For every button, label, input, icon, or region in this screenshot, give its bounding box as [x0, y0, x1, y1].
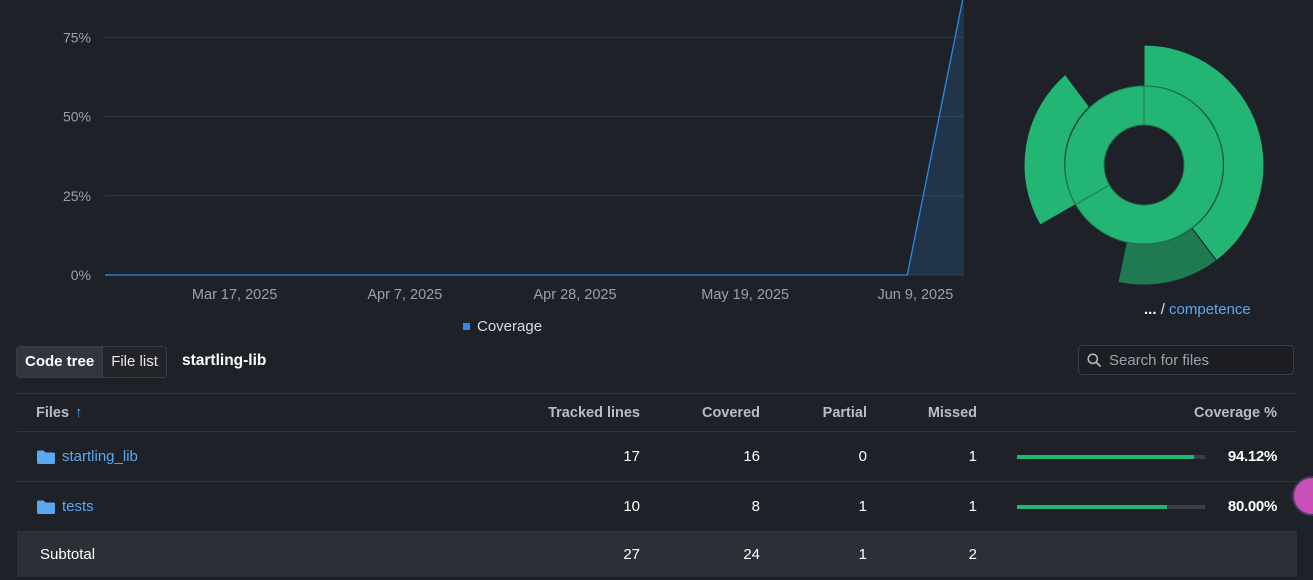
y-tick-label: 50%	[63, 109, 91, 125]
header-missed[interactable]: Missed	[928, 394, 977, 431]
coverage-table: Files ↑ Tracked lines Covered Partial Mi…	[17, 393, 1297, 577]
repo-name: startling-lib	[182, 352, 267, 369]
coverage-bar-fill	[1017, 455, 1194, 459]
partial-value: 0	[858, 448, 867, 465]
coverage-value: 94.12%	[1227, 448, 1277, 465]
x-tick-label: Mar 17, 2025	[192, 287, 277, 303]
header-files[interactable]: Files ↑	[36, 394, 83, 431]
chart-legend[interactable]: Coverage	[463, 318, 542, 335]
breadcrumb-ellipsis[interactable]: ...	[1144, 301, 1157, 318]
legend-label: Coverage	[477, 318, 543, 335]
tab-code-tree[interactable]: Code tree	[17, 347, 103, 377]
coverage-bar-fill	[1017, 505, 1168, 509]
missed-value: 1	[968, 498, 977, 515]
tab-file-list[interactable]: File list	[102, 347, 166, 377]
x-tick-label: Jun 9, 2025	[877, 287, 953, 303]
subtotal-tracked: 27	[623, 546, 640, 563]
table-row: tests 10 8 1 1 80.00%	[17, 481, 1297, 531]
file-link[interactable]: tests	[62, 498, 94, 515]
file-link[interactable]: startling_lib	[62, 448, 138, 465]
view-toggle: Code tree File list	[16, 346, 167, 378]
search-icon	[1087, 353, 1101, 367]
header-tracked-lines[interactable]: Tracked lines	[548, 394, 640, 431]
folder-icon	[37, 450, 55, 464]
coverage-bar	[1017, 455, 1205, 459]
coverage-chart: 0% 25% 50% 75% Mar 17, 2025 Apr 7, 2025 Apr 2…	[63, 0, 964, 303]
coverage-value: 80.00%	[1227, 498, 1277, 515]
coverage-series-line	[105, 0, 964, 276]
y-tick-label: 25%	[63, 188, 91, 204]
table-subtotal-row: Subtotal 27 24 1 2	[17, 531, 1297, 577]
covered-value: 16	[743, 448, 760, 465]
chart-area	[104, 0, 964, 276]
tracked-value: 10	[623, 498, 640, 515]
header-coverage[interactable]: Coverage %	[1194, 394, 1277, 431]
breadcrumb-link-competence[interactable]: competence	[1169, 301, 1251, 318]
chart-grid	[105, 36, 964, 276]
x-tick-label: Apr 28, 2025	[533, 287, 616, 303]
subtotal-partial: 1	[858, 546, 867, 563]
file-cell[interactable]: startling_lib	[36, 432, 138, 481]
x-tick-label: May 19, 2025	[701, 287, 789, 303]
table-row: startling_lib 17 16 0 1 94.12%	[17, 431, 1297, 481]
coverage-bar	[1017, 505, 1205, 509]
partial-value: 1	[858, 498, 867, 515]
search-input[interactable]	[1107, 350, 1291, 370]
y-tick-label: 0%	[71, 267, 91, 283]
folder-icon	[37, 500, 55, 514]
y-tick-label: 75%	[63, 29, 91, 45]
file-cell[interactable]: tests	[36, 482, 94, 531]
sort-arrow-up-icon: ↑	[75, 404, 83, 421]
sunburst-breadcrumb: ... / competence	[1144, 301, 1251, 318]
missed-value: 1	[968, 448, 977, 465]
y-axis-ticks: 0% 25% 50% 75%	[63, 29, 91, 283]
table-header: Files ↑ Tracked lines Covered Partial Mi…	[17, 393, 1297, 431]
coverage-sunburst[interactable]	[1000, 30, 1290, 300]
breadcrumb-separator: /	[1160, 301, 1165, 318]
x-tick-label: Apr 7, 2025	[367, 287, 442, 303]
x-axis-ticks: Mar 17, 2025 Apr 7, 2025 Apr 28, 2025 May 1…	[192, 287, 953, 303]
header-files-label: Files	[36, 404, 70, 421]
subtotal-label: Subtotal	[40, 546, 96, 563]
subtotal-covered: 24	[743, 546, 760, 563]
header-covered[interactable]: Covered	[702, 394, 760, 431]
header-partial[interactable]: Partial	[823, 394, 867, 431]
tracked-value: 17	[623, 448, 640, 465]
covered-value: 8	[751, 498, 760, 515]
coverage-area-fill	[105, 0, 964, 275]
subtotal-missed: 2	[968, 546, 977, 563]
legend-swatch	[463, 323, 470, 330]
search-box[interactable]	[1078, 345, 1294, 375]
